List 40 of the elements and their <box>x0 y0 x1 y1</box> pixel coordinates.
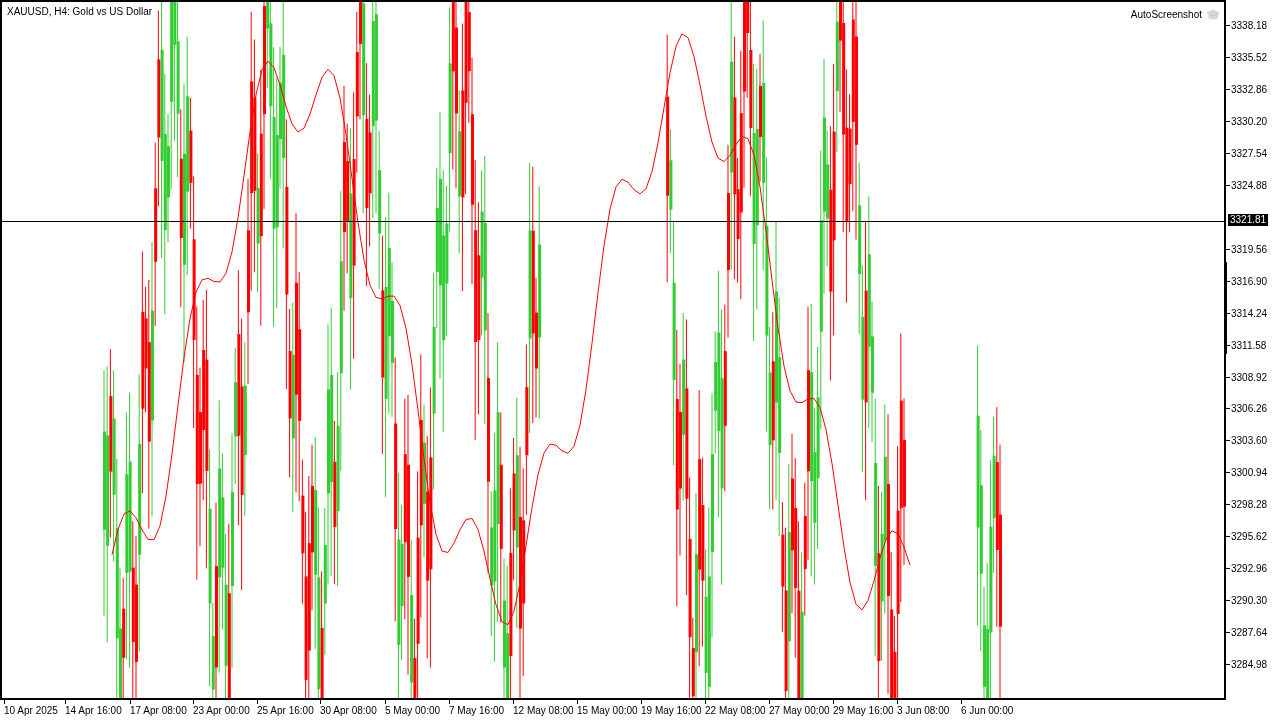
price-label: 3335.52 <box>1231 51 1268 63</box>
price-label: 3332.86 <box>1231 83 1268 95</box>
current-price-label: 3321.81 <box>1228 214 1269 226</box>
time-label: 23 Apr 00:00 <box>193 705 250 716</box>
price-label: 3319.56 <box>1231 243 1268 255</box>
time-label: 15 May 00:00 <box>577 705 638 716</box>
price-label: 3311.58 <box>1231 339 1267 351</box>
price-label: 3327.54 <box>1231 147 1268 159</box>
time-label: 6 Jun 00:00 <box>961 705 1014 716</box>
price-label: 3330.20 <box>1231 115 1268 127</box>
price-label: 3290.30 <box>1231 595 1268 607</box>
graduation-cap-icon <box>1206 8 1220 21</box>
price-label: 3338.18 <box>1231 20 1268 31</box>
price-label: 3314.24 <box>1231 307 1268 319</box>
time-label: 3 Jun 08:00 <box>897 705 950 716</box>
time-label: 12 May 08:00 <box>513 705 574 716</box>
time-label: 17 Apr 08:00 <box>130 705 187 716</box>
price-label: 3308.92 <box>1231 371 1268 383</box>
price-label: 3300.94 <box>1231 467 1268 479</box>
indicator-label: AutoScreenshot <box>1130 8 1202 22</box>
price-label: 3298.28 <box>1231 499 1268 511</box>
time-label: 14 Apr 16:00 <box>65 705 122 716</box>
chart-title: XAUUSD, H4: Gold vs US Dollar <box>6 4 154 19</box>
time-label: 27 May 00:00 <box>769 705 830 716</box>
price-label: 3287.64 <box>1231 627 1268 639</box>
time-label: 5 May 00:00 <box>385 705 441 716</box>
time-label: 29 May 16:00 <box>833 705 894 716</box>
time-label: 22 May 08:00 <box>705 705 766 716</box>
price-label: 3316.90 <box>1231 275 1268 287</box>
price-label: 3295.62 <box>1231 531 1268 543</box>
time-label: 25 Apr 16:00 <box>257 705 314 716</box>
price-label: 3284.98 <box>1231 659 1268 671</box>
price-label: 3306.26 <box>1231 403 1268 415</box>
price-label: 3292.96 <box>1231 563 1268 575</box>
price-label: 3324.88 <box>1231 179 1268 191</box>
time-label: 10 Apr 2025 <box>4 705 58 716</box>
time-label: 7 May 16:00 <box>449 705 505 716</box>
time-label: 19 May 16:00 <box>641 705 702 716</box>
time-label: 30 Apr 08:00 <box>320 705 377 716</box>
price-label: 3303.60 <box>1231 435 1268 447</box>
